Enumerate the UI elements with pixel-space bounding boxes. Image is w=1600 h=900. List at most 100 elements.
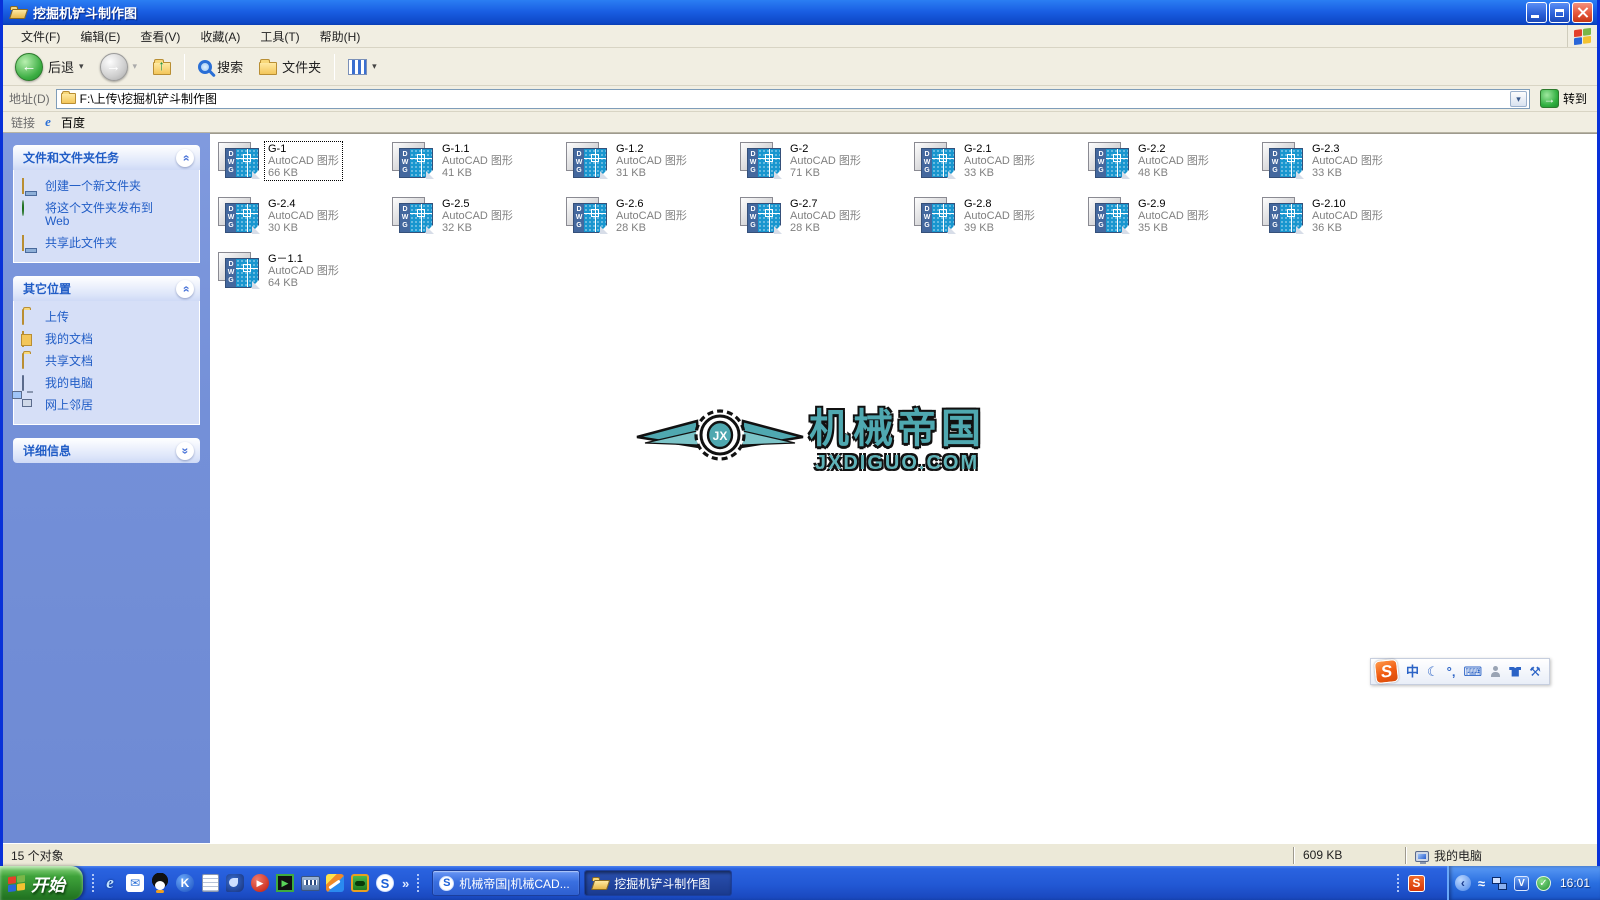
file-tile[interactable]: DWG G-1 AutoCAD 图形 66 KB [218,141,392,197]
file-tile[interactable]: DWG G-2.8 AutoCAD 图形 39 KB [914,197,1088,252]
menu-favorites[interactable]: 收藏(A) [190,25,250,48]
paint-tool-icon[interactable] [325,873,345,893]
ie-icon[interactable]: e [100,873,120,893]
dwg-file-icon: DWG [1262,142,1304,179]
file-tile[interactable]: DWG G-2.7 AutoCAD 图形 28 KB [740,197,914,252]
watermark-url: JXDIGUO.COM [814,452,980,474]
address-input[interactable]: F:\上传\挖掘机铲斗制作图 ▾ [55,88,1530,109]
tray-network-icon[interactable] [1491,876,1507,890]
file-tile[interactable]: DWG G-2.5 AutoCAD 图形 32 KB [392,197,566,252]
expand-button[interactable]: » [176,441,194,460]
place-network-link[interactable]: 网上邻居 [12,391,195,412]
ime-skin-icon[interactable] [1509,666,1522,677]
tray-antivirus-icon[interactable]: V [1513,875,1529,891]
menu-help[interactable]: 帮助(H) [310,25,371,48]
dwg-file-icon: DWG [566,197,608,234]
media-player-black-icon[interactable]: ▶ [275,873,295,893]
dwg-file-icon: DWG [1088,197,1130,234]
kugou-icon[interactable]: K [175,873,195,893]
file-tile[interactable]: DWG G-2.9 AutoCAD 图形 35 KB [1088,197,1262,252]
sogou-logo-icon[interactable]: S [1373,658,1400,685]
file-tile[interactable]: DWG G-2.2 AutoCAD 图形 48 KB [1088,142,1262,197]
minimize-button[interactable] [1526,2,1547,23]
back-button[interactable]: ← 后退 ▾ [9,51,90,83]
address-value[interactable]: F:\上传\挖掘机铲斗制作图 [80,90,1506,107]
place-my-computer-link[interactable]: 我的电脑 [22,375,195,391]
file-tile[interactable]: DWG G-2.3 AutoCAD 图形 33 KB [1262,142,1436,197]
dwg-file-icon: DWG [740,142,782,179]
toolbar-grip[interactable] [416,873,421,893]
place-shared-documents-link[interactable]: 共享文档 [22,353,195,369]
tray-collapse-button[interactable]: ‹ [1454,875,1471,891]
media-folder-icon[interactable] [300,873,320,893]
dwg-file-icon: DWG [218,197,260,234]
menu-view[interactable]: 查看(V) [130,25,190,48]
task-button-explorer[interactable]: 挖掘机铲斗制作图 [584,870,733,896]
links-item-baidu[interactable]: 百度 [61,114,85,131]
share-folder-link[interactable]: 共享此文件夹 [22,235,195,251]
links-bar: 链接 e 百度 [3,112,1597,133]
ime-account-icon[interactable] [1490,666,1501,677]
close-button[interactable] [1572,2,1593,23]
restore-button[interactable] [1549,2,1570,23]
file-tile[interactable]: DWG G-1.2 AutoCAD 图形 31 KB [566,142,740,197]
collapse-button[interactable]: » [176,148,194,167]
tray-mail-icon[interactable]: ≈ [1478,876,1485,891]
my-documents-icon [22,331,24,347]
ime-chinese-mode-button[interactable]: 中 [1406,665,1419,678]
menu-tools[interactable]: 工具(T) [250,25,309,48]
other-places-header[interactable]: 其它位置 » [13,276,200,301]
game-center-icon[interactable] [350,873,370,893]
tray-security-shield-icon[interactable]: ✓ [1535,875,1551,891]
sogou-ime-bar[interactable]: S 中 ☾ °‚ ⌨ ⚒ [1370,658,1550,685]
forward-button[interactable]: → ▾ [94,51,144,83]
folder-icon [22,309,24,325]
collapse-button[interactable]: » [176,279,194,298]
toolbar-grip[interactable] [1395,873,1400,893]
file-tasks-header[interactable]: 文件和文件夹任务 » [13,145,200,170]
start-button[interactable]: 开始 [0,866,83,900]
file-tile[interactable]: DWG G-1.1 AutoCAD 图形 41 KB [392,142,566,197]
quick-launch-overflow-chevron[interactable]: » [400,876,411,891]
publish-web-link[interactable]: 将这个文件夹发布到 Web [22,200,195,228]
ime-keyboard-icon[interactable]: ⌨ [1463,665,1482,678]
toolbar-grip[interactable] [91,873,95,893]
bird-app-icon[interactable] [225,873,245,893]
notes-icon[interactable] [200,873,220,893]
new-folder-link[interactable]: 创建一个新文件夹 [22,178,195,194]
place-my-documents-link[interactable]: 我的文档 [22,331,195,347]
ime-punctuation-icon[interactable]: °‚ [1447,665,1456,678]
views-button[interactable]: ▾ [342,57,383,77]
file-tile[interactable]: DWG G-2.4 AutoCAD 图形 30 KB [218,197,392,252]
go-button[interactable]: → 转到 [1536,88,1591,109]
address-dropdown-button[interactable]: ▾ [1509,90,1527,107]
file-tile[interactable]: DWG G-2.1 AutoCAD 图形 33 KB [914,142,1088,197]
menu-edit[interactable]: 编辑(E) [70,25,130,48]
qq-icon[interactable] [150,873,170,893]
folders-button[interactable]: 文件夹 [253,55,327,78]
place-upload-link[interactable]: 上传 [22,309,195,325]
media-player-red-icon[interactable]: ▶ [250,873,270,893]
up-button[interactable]: ↑ [147,56,177,77]
file-tile[interactable]: DWG G－1.1 AutoCAD 图形 64 KB [218,252,392,307]
mail-icon[interactable]: ✉ [125,873,145,893]
sogou-ime-tray-icon[interactable]: S [1407,874,1425,892]
chevron-up-icon: » [178,154,192,161]
ime-toolbox-icon[interactable]: ⚒ [1529,665,1541,678]
back-dropdown-icon[interactable]: ▾ [79,61,84,72]
search-button[interactable]: 搜索 [192,55,249,78]
file-list-area[interactable]: DWG G-1 AutoCAD 图形 66 KB DWG G-1.1 AutoCAD … [210,133,1597,843]
file-tile[interactable]: DWG G-2.10 AutoCAD 图形 36 KB [1262,197,1436,252]
ime-fullwidth-moon-icon[interactable]: ☾ [1427,665,1439,678]
task-button-browser[interactable]: S 机械帝国|机械CAD... [432,870,581,896]
file-tile[interactable]: DWG G-2 AutoCAD 图形 71 KB [740,142,914,197]
file-tile[interactable]: DWG G-2.6 AutoCAD 图形 28 KB [566,197,740,252]
my-computer-icon [22,375,24,391]
menu-bar: 文件(F) 编辑(E) 查看(V) 收藏(A) 工具(T) 帮助(H) [3,25,1597,48]
dwg-file-icon: DWG [914,197,956,234]
publish-web-icon [22,200,24,216]
sogou-browser-icon[interactable]: S [375,873,395,893]
menu-file[interactable]: 文件(F) [11,25,70,48]
system-tray: ‹ ≈ V ✓ 16:01 [1446,866,1600,900]
details-header[interactable]: 详细信息 » [13,438,200,463]
